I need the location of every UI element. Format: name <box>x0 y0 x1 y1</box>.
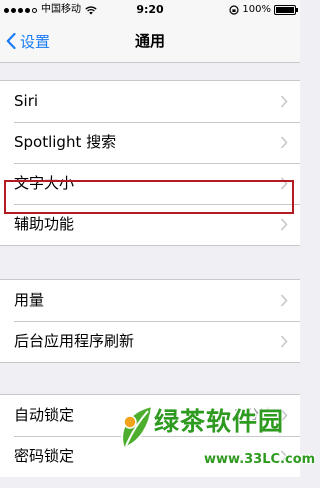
chevron-right-icon <box>280 218 288 231</box>
chevron-right-icon <box>280 136 288 149</box>
settings-group-usage: 用量 后台应用程序刷新 <box>0 279 300 363</box>
battery-icon <box>274 5 298 15</box>
row-label: 文字大小 <box>14 174 75 192</box>
chevron-right-icon <box>280 95 288 108</box>
chevron-right-icon <box>280 294 288 307</box>
chevron-right-icon <box>280 409 288 422</box>
chevron-right-icon <box>280 450 288 463</box>
chevron-right-icon <box>280 335 288 348</box>
row-label: 密码锁定 <box>14 447 75 465</box>
settings-group-lock: 自动锁定 1 分钟 密码锁定 <box>0 394 300 477</box>
settings-row-background-refresh[interactable]: 后台应用程序刷新 <box>0 321 300 362</box>
row-label: Siri <box>14 92 39 110</box>
battery-percent: 100% <box>242 4 271 15</box>
row-value: 1 分钟 <box>233 408 272 423</box>
settings-row-spotlight[interactable]: Spotlight 搜索 <box>0 122 300 163</box>
settings-row-siri[interactable]: Siri <box>0 81 300 122</box>
settings-row-auto-lock[interactable]: 自动锁定 1 分钟 <box>0 395 300 436</box>
row-label: Spotlight 搜索 <box>14 133 117 151</box>
settings-group-general: Siri Spotlight 搜索 文字大小 辅助功能 <box>0 80 300 246</box>
settings-row-passcode-lock[interactable]: 密码锁定 <box>0 436 300 477</box>
status-right: 100% <box>229 0 298 20</box>
settings-row-accessibility[interactable]: 辅助功能 <box>0 204 300 245</box>
row-label: 后台应用程序刷新 <box>14 332 135 350</box>
settings-row-usage[interactable]: 用量 <box>0 280 300 321</box>
navigation-bar: 设置 通用 <box>0 20 300 63</box>
rotation-lock-icon <box>229 5 240 15</box>
page-title: 通用 <box>134 32 165 50</box>
settings-row-text-size[interactable]: 文字大小 <box>0 163 300 204</box>
status-bar: 中国移动 9:20 100% <box>0 0 300 20</box>
chevron-right-icon <box>280 177 288 190</box>
row-label: 自动锁定 <box>14 406 75 424</box>
row-label: 用量 <box>14 291 45 309</box>
row-label: 辅助功能 <box>14 215 75 233</box>
